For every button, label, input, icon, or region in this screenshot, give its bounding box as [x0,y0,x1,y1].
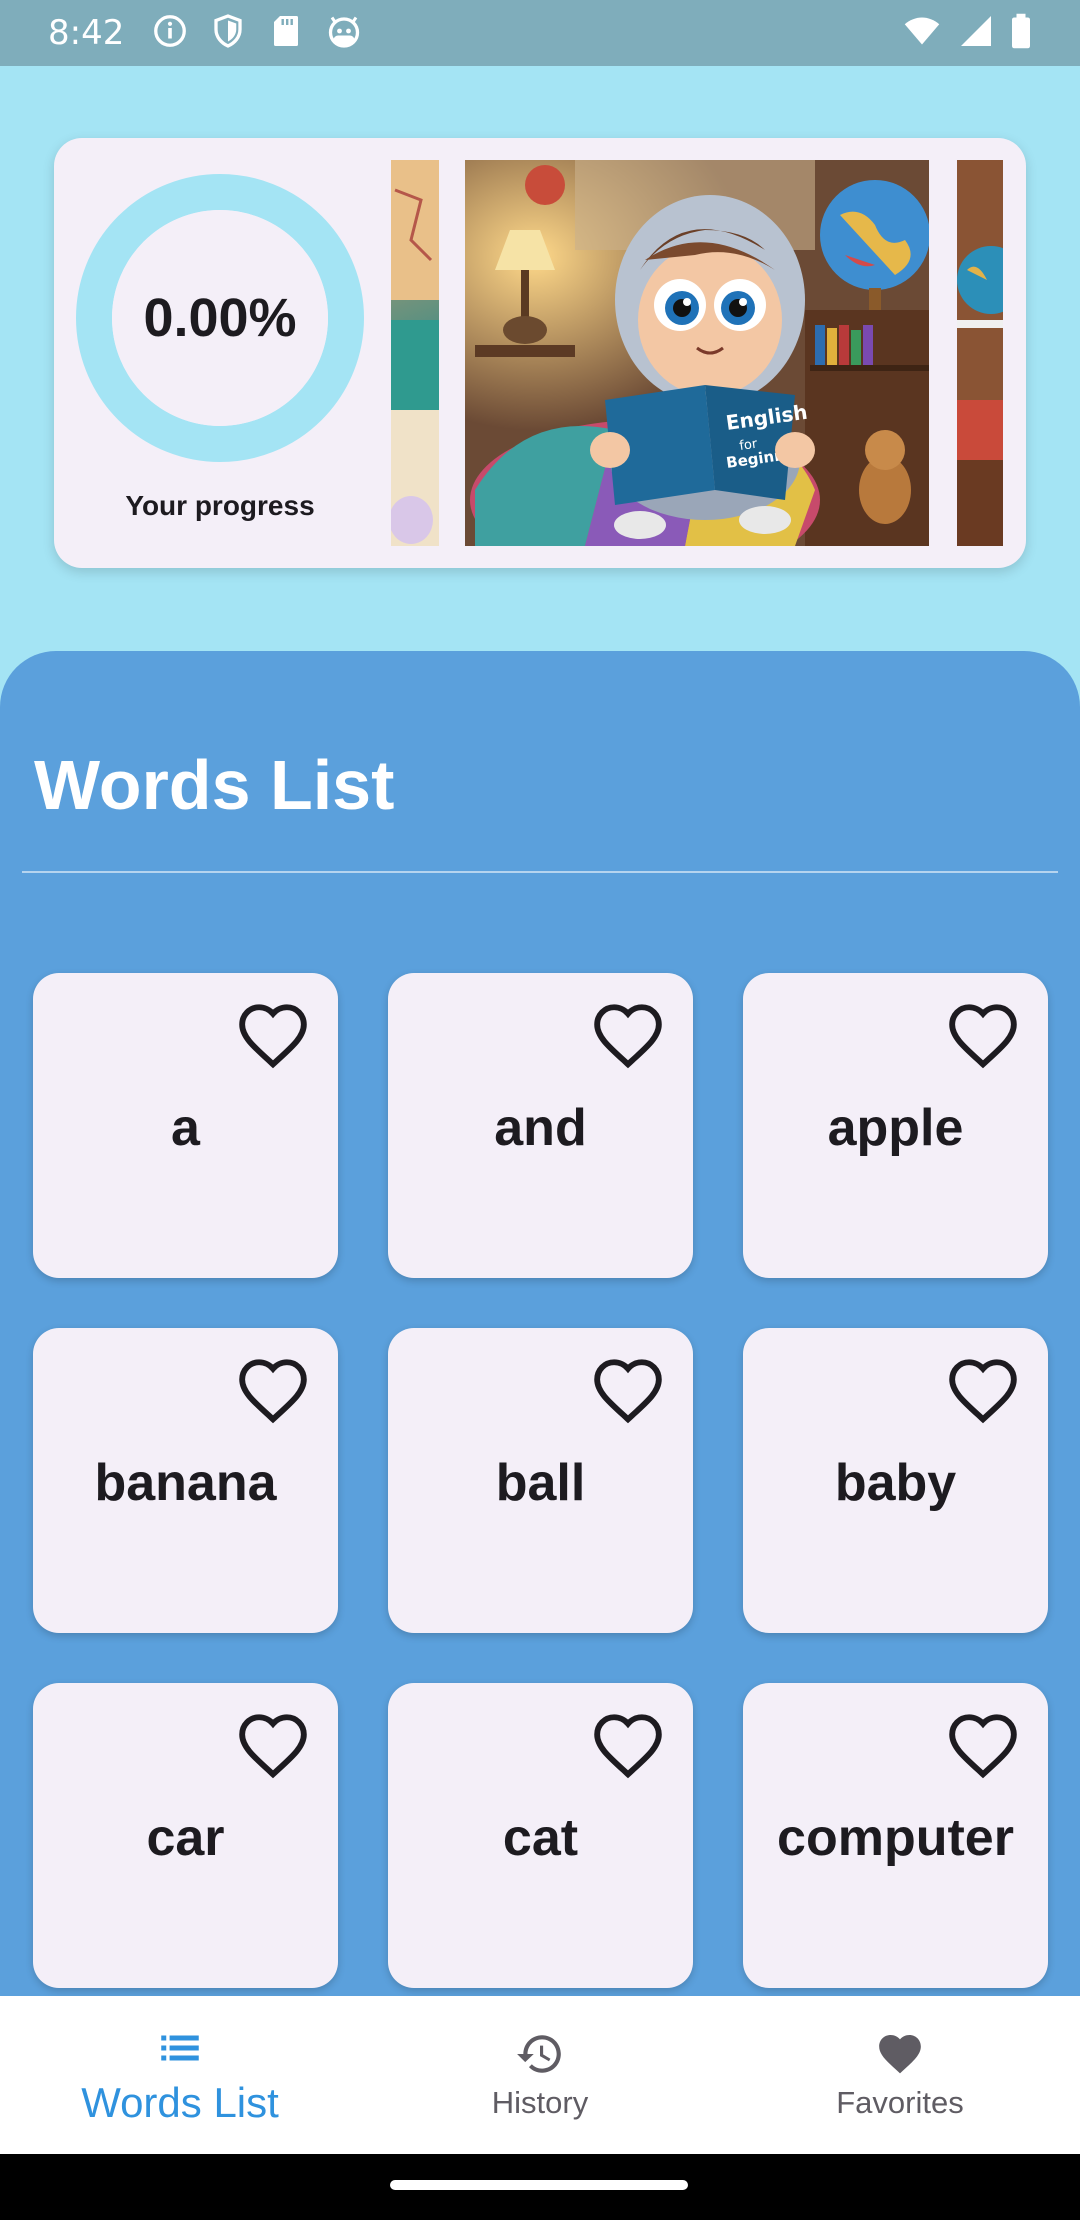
nav-label: Words List [81,2079,279,2126]
favorite-heart-icon[interactable] [946,1356,1020,1424]
word-card[interactable]: cat [388,1683,693,1988]
battery-icon [1010,13,1032,54]
word-label: apple [827,1098,964,1157]
heart-filled-icon [879,2035,921,2074]
shield-icon [210,13,246,54]
word-label: banana [94,1453,277,1512]
title-divider [22,871,1058,873]
word-label: car [146,1808,225,1867]
nav-item-favorites[interactable]: Favorites [720,1996,1080,2154]
word-label: a [171,1098,200,1157]
home-gesture-handle[interactable] [390,2180,688,2190]
carousel-image-boy-reading[interactable]: English for Beginners [465,160,929,546]
android-head-icon [326,13,362,54]
favorite-heart-icon[interactable] [591,1711,665,1779]
progress-card: 0.00% Your progress English for Beginner… [54,138,1026,568]
sd-card-icon [268,13,304,54]
progress-value: 0.00% [143,288,297,348]
words-list-title: Words List [34,746,395,824]
favorite-heart-icon[interactable] [946,1711,1020,1779]
bottom-nav: Words List History Favorites [0,1996,1080,2154]
word-label: computer [777,1808,1014,1867]
wifi-icon [902,13,942,54]
status-bar: 8:42 [0,0,1080,66]
favorite-heart-icon[interactable] [591,1356,665,1424]
word-card[interactable]: a [33,973,338,1278]
word-label: and [494,1098,587,1157]
word-label: cat [502,1808,579,1867]
word-label: ball [495,1453,586,1512]
word-card[interactable]: computer [743,1683,1048,1988]
word-card[interactable]: and [388,973,693,1278]
favorite-heart-icon[interactable] [946,1001,1020,1069]
favorite-heart-icon[interactable] [236,1711,310,1779]
word-card[interactable]: apple [743,973,1048,1278]
words-grid: a and apple banana ball baby car cat com… [33,973,1048,1988]
info-icon [152,13,188,54]
carousel-image-next[interactable] [957,160,1003,546]
word-label: baby [834,1453,957,1512]
word-card[interactable]: banana [33,1328,338,1633]
carousel-image-previous[interactable] [391,160,439,546]
word-card[interactable]: car [33,1683,338,1988]
list-icon [161,2035,199,2061]
signal-icon [958,13,994,54]
gesture-bar [0,2154,1080,2220]
progress-label: Your progress [125,490,315,521]
word-card[interactable]: baby [743,1328,1048,1633]
word-card[interactable]: ball [388,1328,693,1633]
history-icon [517,2035,561,2073]
progress-ring: 0.00% [76,174,364,462]
status-time: 8:42 [48,13,125,53]
favorite-heart-icon[interactable] [236,1001,310,1069]
nav-label: History [491,2085,589,2120]
nav-item-history[interactable]: History [360,1996,720,2154]
favorite-heart-icon[interactable] [591,1001,665,1069]
favorite-heart-icon[interactable] [236,1356,310,1424]
nav-item-words-list[interactable]: Words List [0,1996,360,2154]
words-panel: Words List a and apple banana ball baby [0,651,1080,1996]
nav-label: Favorites [836,2085,964,2120]
